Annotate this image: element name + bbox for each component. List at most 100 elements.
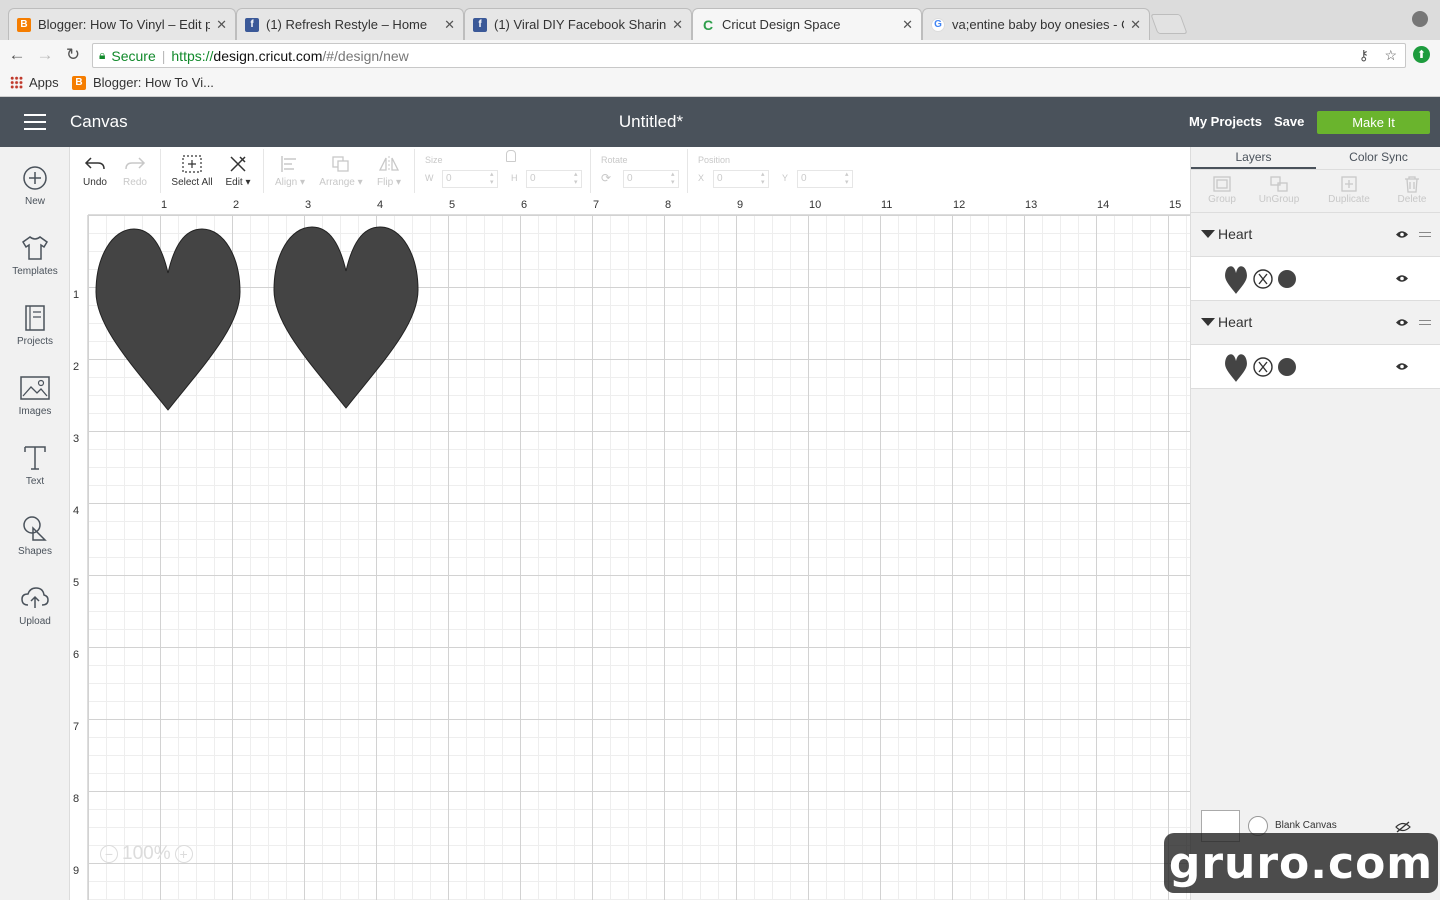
- tool-images[interactable]: Images: [0, 373, 70, 417]
- drag-handle-icon[interactable]: [1419, 232, 1431, 237]
- star-icon[interactable]: ☆: [1384, 47, 1397, 63]
- drag-handle-icon[interactable]: [1419, 320, 1431, 325]
- browser-tab-google[interactable]: G va;entine baby boy onesies - G ✕: [922, 8, 1150, 40]
- reload-icon[interactable]: ↻: [62, 44, 84, 66]
- arrange-button[interactable]: Arrange ▾: [318, 151, 364, 188]
- edit-menu-button[interactable]: Edit ▾: [223, 151, 253, 188]
- duplicate-label: Duplicate: [1328, 194, 1370, 205]
- document-title[interactable]: Untitled*: [0, 112, 1302, 132]
- layer-group-name: Heart: [1218, 226, 1253, 242]
- layer-group-heart-2[interactable]: Heart: [1191, 301, 1440, 345]
- ruler-tick-label: 1: [73, 289, 80, 301]
- color-swatch-icon[interactable]: [1277, 269, 1297, 289]
- tab-layers[interactable]: Layers: [1191, 150, 1316, 169]
- bookmark-label: Blogger: How To Vi...: [93, 75, 214, 90]
- forward-arrow-icon[interactable]: →: [34, 44, 56, 66]
- tool-label: Templates: [12, 266, 58, 277]
- design-canvas[interactable]: 1 2 3 4 5 6 7 8 9 10 11 12 13 14 15 1 2 …: [70, 197, 1190, 900]
- browser-tab-refresh-restyle[interactable]: f (1) Refresh Restyle – Home ✕: [236, 8, 464, 40]
- undo-button[interactable]: Undo: [82, 151, 108, 188]
- width-input[interactable]: 0: [442, 170, 498, 188]
- my-projects-button[interactable]: My Projects: [1189, 114, 1262, 129]
- canvas-grid[interactable]: [88, 215, 1190, 900]
- layer-group-heart-1[interactable]: Heart: [1191, 213, 1440, 257]
- key-icon[interactable]: ⚷: [1359, 47, 1369, 63]
- select-all-label: Select All: [171, 177, 213, 188]
- layer-item-heart-1[interactable]: [1191, 257, 1440, 301]
- blogger-icon: B: [17, 17, 31, 32]
- color-swatch-icon[interactable]: [1277, 357, 1297, 377]
- height-input[interactable]: 0: [526, 170, 582, 188]
- close-icon[interactable]: ✕: [672, 17, 683, 33]
- ruler-tick-label: 1: [161, 199, 168, 211]
- bookmark-blogger[interactable]: B Blogger: How To Vi...: [72, 75, 214, 90]
- close-icon[interactable]: ✕: [1130, 17, 1141, 33]
- zoom-out-icon[interactable]: −: [100, 845, 118, 863]
- arrange-icon: [318, 151, 364, 177]
- trash-icon: [1381, 174, 1440, 194]
- extension-icon[interactable]: ⬆: [1413, 46, 1430, 63]
- address-bar[interactable]: 🔒︎ Secure | https:// design.cricut.com /…: [92, 43, 1406, 68]
- close-icon[interactable]: ✕: [444, 17, 455, 33]
- duplicate-button[interactable]: Duplicate: [1318, 174, 1380, 205]
- layer-item-heart-2[interactable]: [1191, 345, 1440, 389]
- expand-triangle-icon[interactable]: [1201, 318, 1215, 326]
- rotate-input[interactable]: 0: [623, 170, 679, 188]
- tool-upload[interactable]: Upload: [0, 583, 70, 627]
- lock-aspect-icon[interactable]: [506, 150, 516, 162]
- size-label: Size: [425, 155, 443, 165]
- delete-button[interactable]: Delete: [1381, 174, 1440, 205]
- browser-tab-viral-diy[interactable]: f (1) Viral DIY Facebook Sharing ✕: [464, 8, 692, 40]
- tool-templates[interactable]: Templates: [0, 233, 70, 277]
- close-icon[interactable]: ✕: [216, 17, 227, 33]
- select-all-button[interactable]: Select All: [170, 151, 214, 188]
- facebook-icon: f: [473, 17, 487, 32]
- heart-shape-2[interactable]: [272, 225, 420, 409]
- zoom-level: 100%: [122, 843, 171, 864]
- back-arrow-icon[interactable]: ←: [6, 44, 28, 66]
- align-button[interactable]: Align ▾: [273, 151, 307, 188]
- tool-shapes[interactable]: Shapes: [0, 513, 70, 557]
- ruler-tick-label: 5: [73, 577, 80, 589]
- ungroup-icon: [1248, 174, 1310, 194]
- close-icon[interactable]: ✕: [902, 17, 913, 33]
- eye-hidden-icon[interactable]: [1395, 821, 1411, 833]
- save-button[interactable]: Save: [1274, 114, 1304, 129]
- eye-icon[interactable]: [1395, 318, 1409, 327]
- edit-tools-icon: [223, 151, 253, 177]
- browser-tab-blogger[interactable]: B Blogger: How To Vinyl – Edit p ✕: [8, 8, 236, 40]
- make-it-button[interactable]: Make It: [1317, 111, 1430, 134]
- tab-color-sync[interactable]: Color Sync: [1316, 150, 1440, 164]
- eye-icon[interactable]: [1395, 230, 1409, 239]
- flip-button[interactable]: Flip ▾: [374, 151, 404, 188]
- layer-group-name: Heart: [1218, 314, 1253, 330]
- new-tab-button[interactable]: [1150, 14, 1188, 34]
- eye-icon[interactable]: [1395, 362, 1409, 371]
- url-scheme: https://: [171, 47, 214, 64]
- browser-tab-cricut[interactable]: C Cricut Design Space ✕: [692, 8, 922, 40]
- ruler-tick-label: 9: [737, 199, 744, 211]
- profile-icon[interactable]: [1412, 11, 1428, 27]
- redo-button[interactable]: Redo: [122, 151, 148, 188]
- bookmark-apps[interactable]: Apps: [10, 75, 59, 90]
- tool-projects[interactable]: Projects: [0, 303, 70, 347]
- tool-text[interactable]: Text: [0, 443, 70, 487]
- ruler-tick-label: 3: [73, 433, 80, 445]
- cut-operation-icon[interactable]: [1253, 357, 1273, 377]
- tool-new[interactable]: New: [0, 163, 70, 207]
- tab-title: (1) Refresh Restyle – Home: [266, 17, 428, 32]
- zoom-in-icon[interactable]: +: [174, 845, 193, 863]
- x-position-input[interactable]: 0: [713, 170, 769, 188]
- ruler-tick-label: 7: [593, 199, 600, 211]
- expand-triangle-icon[interactable]: [1201, 230, 1215, 238]
- ungroup-button[interactable]: UnGroup: [1248, 174, 1310, 205]
- url-host: design.cricut.com: [213, 47, 323, 64]
- shapes-icon: [20, 513, 50, 543]
- heart-shape-1[interactable]: [94, 227, 242, 411]
- y-position-input[interactable]: 0: [797, 170, 853, 188]
- tab-title: Cricut Design Space: [722, 17, 841, 32]
- group-button[interactable]: Group: [1191, 174, 1253, 205]
- cut-operation-icon[interactable]: [1253, 269, 1273, 289]
- eye-icon[interactable]: [1395, 274, 1409, 283]
- watermark-text: gruro.com: [1168, 837, 1434, 889]
